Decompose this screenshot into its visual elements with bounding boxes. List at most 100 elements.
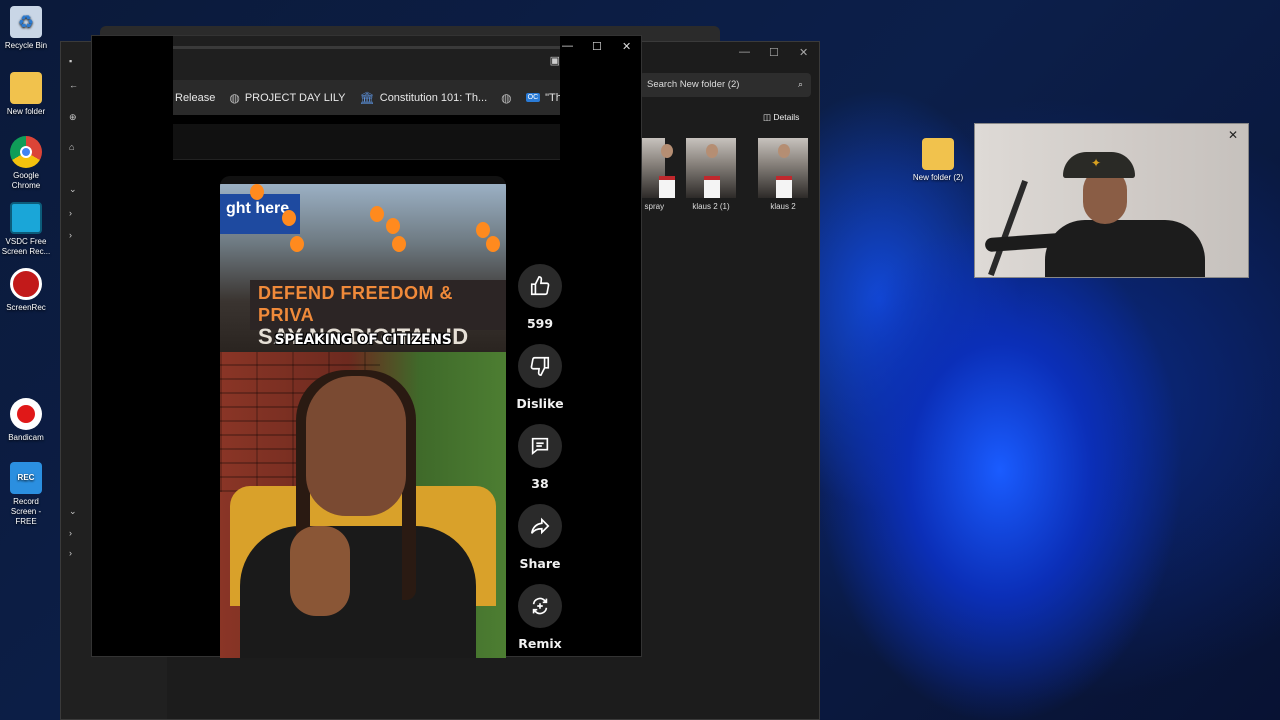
- short-video-player[interactable]: ght here DEFEND FREEDOM & PRIVA SAY NO D…: [220, 176, 506, 658]
- remix-icon: [518, 584, 562, 628]
- bandicam-icon: [10, 398, 42, 430]
- chevron-down-icon[interactable]: ⌄: [69, 184, 81, 194]
- desktop-icon-label: VSDC Free Screen Rec...: [1, 237, 51, 256]
- balloon: [370, 206, 384, 222]
- comment-button[interactable]: 38: [515, 424, 565, 491]
- screenrec-icon: [10, 268, 42, 300]
- protest-banner: DEFEND FREEDOM & PRIVA SAY NO DIGITAL ID: [250, 280, 506, 348]
- mic-arm: [988, 179, 1028, 277]
- desktop-icon-screenrec[interactable]: ScreenRec: [0, 268, 52, 313]
- desktop-icon-new-folder-2[interactable]: New folder (2): [912, 138, 964, 183]
- browser-tab-strip: ▣: [173, 36, 560, 80]
- remix-button[interactable]: Remix: [515, 584, 565, 651]
- desktop-icon-label: ScreenRec: [6, 303, 46, 312]
- file-thumbnail[interactable]: klaus 2: [753, 138, 813, 211]
- balloon: [386, 218, 400, 234]
- chevron-right-icon[interactable]: ›: [69, 548, 81, 558]
- balloon: [250, 184, 264, 200]
- bookmark-label: Constitution 101: Th...: [379, 91, 488, 104]
- extension-icon[interactable]: ▣: [550, 54, 560, 67]
- webcam-person-body: [1045, 220, 1205, 277]
- folder-icon: [10, 72, 42, 104]
- browser-left-blank: [92, 36, 173, 656]
- bookmark-release[interactable]: Release: [175, 92, 215, 104]
- bookmark-label: Release: [175, 91, 216, 104]
- comment-count: 38: [531, 476, 549, 491]
- share-button[interactable]: Share: [515, 504, 565, 571]
- chevron-right-icon[interactable]: ›: [69, 528, 81, 538]
- share-label: Share: [519, 556, 561, 571]
- chevron-down-icon[interactable]: ⌄: [69, 506, 81, 516]
- desktop-icon-label: Google Chrome: [11, 171, 41, 190]
- close-icon[interactable]: ✕: [622, 40, 631, 53]
- file-name: klaus 2 (1): [692, 202, 730, 211]
- search-placeholder: Search New folder (2): [647, 79, 740, 90]
- desktop-icon-bandicam[interactable]: Bandicam: [0, 398, 52, 443]
- details-button[interactable]: ◫ Details: [763, 112, 799, 123]
- video-caption: SPEAKING OF CITIZENS: [274, 332, 452, 348]
- chevron-right-icon[interactable]: ›: [69, 208, 81, 218]
- minimize-icon[interactable]: —: [562, 40, 573, 52]
- desktop-icon-label: Record Screen - FREE: [10, 497, 42, 526]
- file-image: [641, 138, 675, 198]
- balloon: [476, 222, 490, 238]
- video-protest-scene: ght here DEFEND FREEDOM & PRIVA SAY NO D…: [220, 184, 506, 352]
- folder-icon: ▪: [69, 56, 73, 66]
- video-speaker-scene: [220, 352, 506, 658]
- search-input[interactable]: Search New folder (2) ⌕: [639, 73, 811, 97]
- bookmark-project-day-lily[interactable]: ◍ PROJECT DAY LILY: [229, 91, 345, 105]
- dislike-label: Dislike: [516, 396, 564, 411]
- file-image: [686, 138, 736, 198]
- bookmark-globe[interactable]: ◍: [501, 91, 511, 105]
- close-icon[interactable]: ✕: [799, 46, 808, 59]
- webcam-overlay[interactable]: ✕: [974, 123, 1249, 278]
- desktop-icon-recycle-bin[interactable]: ♻ Recycle Bin: [0, 6, 52, 51]
- maximize-icon[interactable]: ☐: [769, 46, 779, 59]
- desktop-icon-vsdc[interactable]: VSDC Free Screen Rec...: [0, 202, 52, 257]
- new-item-icon[interactable]: ⊕: [69, 112, 81, 122]
- maximize-icon[interactable]: ☐: [592, 40, 602, 53]
- folder-icon: [922, 138, 954, 170]
- details-pane-icon: ◫: [763, 112, 774, 122]
- desktop-icon-record-screen[interactable]: REC Record Screen - FREE: [0, 462, 52, 527]
- bookmark-label: "The: [545, 91, 560, 104]
- bookmark-constitution-101[interactable]: 🏛 Constitution 101: Th...: [360, 91, 488, 105]
- globe-icon: ◍: [501, 90, 512, 105]
- thumbs-up-icon: [518, 264, 562, 308]
- desktop-icon-label: New folder: [6, 107, 46, 116]
- comment-icon: [518, 424, 562, 468]
- desktop-icon-label: New folder (2): [912, 173, 964, 182]
- file-image: [758, 138, 808, 198]
- remix-label: Remix: [518, 636, 562, 651]
- desktop-icon-new-folder[interactable]: New folder: [0, 72, 52, 117]
- chevron-right-icon[interactable]: ›: [69, 230, 81, 240]
- banner-line-1: DEFEND FREEDOM & PRIVA: [258, 283, 454, 325]
- balloon: [392, 236, 406, 252]
- page-header-bar: [173, 124, 560, 160]
- columns-icon: 🏛: [359, 90, 375, 105]
- thumbs-down-icon: [518, 344, 562, 388]
- home-icon[interactable]: ⌂: [69, 142, 81, 152]
- bookmark-the[interactable]: OC "The: [525, 91, 560, 104]
- like-button[interactable]: 599: [515, 264, 565, 331]
- like-count: 599: [526, 316, 554, 331]
- browser-window[interactable]: ▣ — ☐ ✕ Release ◍ PROJECT DAY LILY 🏛 Con…: [91, 35, 642, 658]
- bookmark-label: PROJECT DAY LILY: [244, 91, 346, 104]
- balloon: [282, 210, 296, 226]
- recycle-bin-icon: ♻: [10, 6, 42, 38]
- record-screen-icon: REC: [10, 462, 42, 494]
- globe-icon: ◍: [229, 90, 240, 105]
- bookmarks-bar: Release ◍ PROJECT DAY LILY 🏛 Constitutio…: [173, 80, 560, 115]
- close-icon[interactable]: ✕: [1228, 128, 1238, 142]
- speaker: [240, 370, 476, 658]
- search-icon: ⌕: [797, 79, 803, 89]
- back-arrow-icon[interactable]: ←: [69, 80, 81, 90]
- dislike-button[interactable]: Dislike: [515, 344, 565, 411]
- desktop-icon-label: Bandicam: [8, 433, 44, 442]
- file-name: klaus 2: [770, 202, 796, 211]
- desktop-icon-chrome[interactable]: Google Chrome: [0, 136, 52, 191]
- desktop-icon-label: Recycle Bin: [4, 41, 48, 50]
- file-thumbnail[interactable]: klaus 2 (1): [681, 138, 741, 211]
- oc-icon: OC: [525, 93, 541, 102]
- minimize-icon[interactable]: —: [739, 46, 750, 58]
